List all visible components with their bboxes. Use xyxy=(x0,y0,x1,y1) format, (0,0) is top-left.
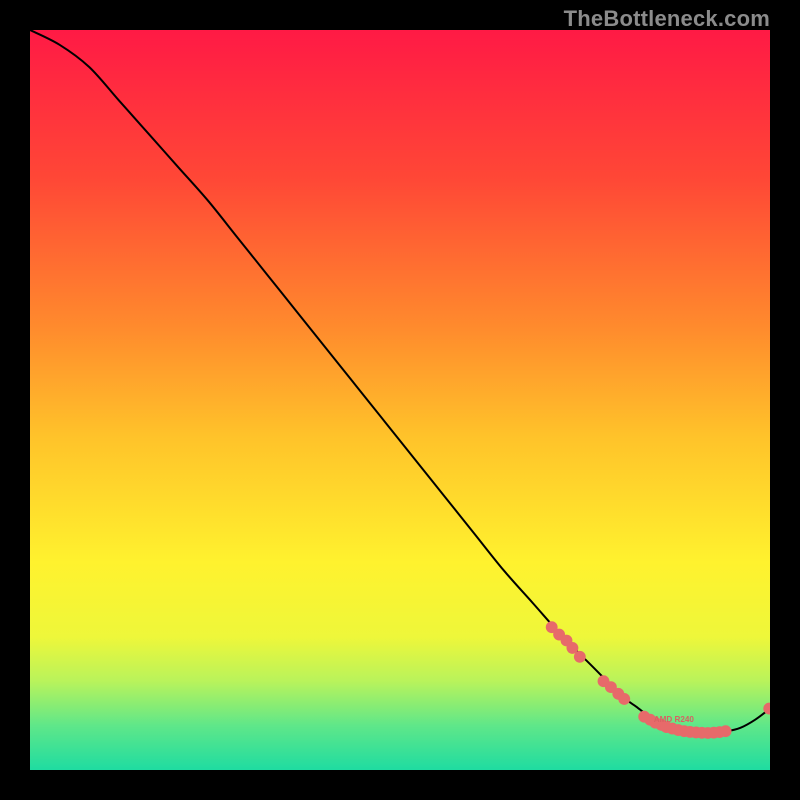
gradient-background xyxy=(30,30,770,770)
plot-area: AMD R240 xyxy=(30,30,770,770)
chart-svg: AMD R240 xyxy=(30,30,770,770)
inline-label: AMD R240 xyxy=(654,715,695,724)
watermark-text: TheBottleneck.com xyxy=(564,6,770,32)
highlight-dot xyxy=(720,725,732,737)
chart-stage: TheBottleneck.com AMD R240 xyxy=(0,0,800,800)
highlight-dot xyxy=(574,651,586,663)
highlight-dot xyxy=(618,693,630,705)
